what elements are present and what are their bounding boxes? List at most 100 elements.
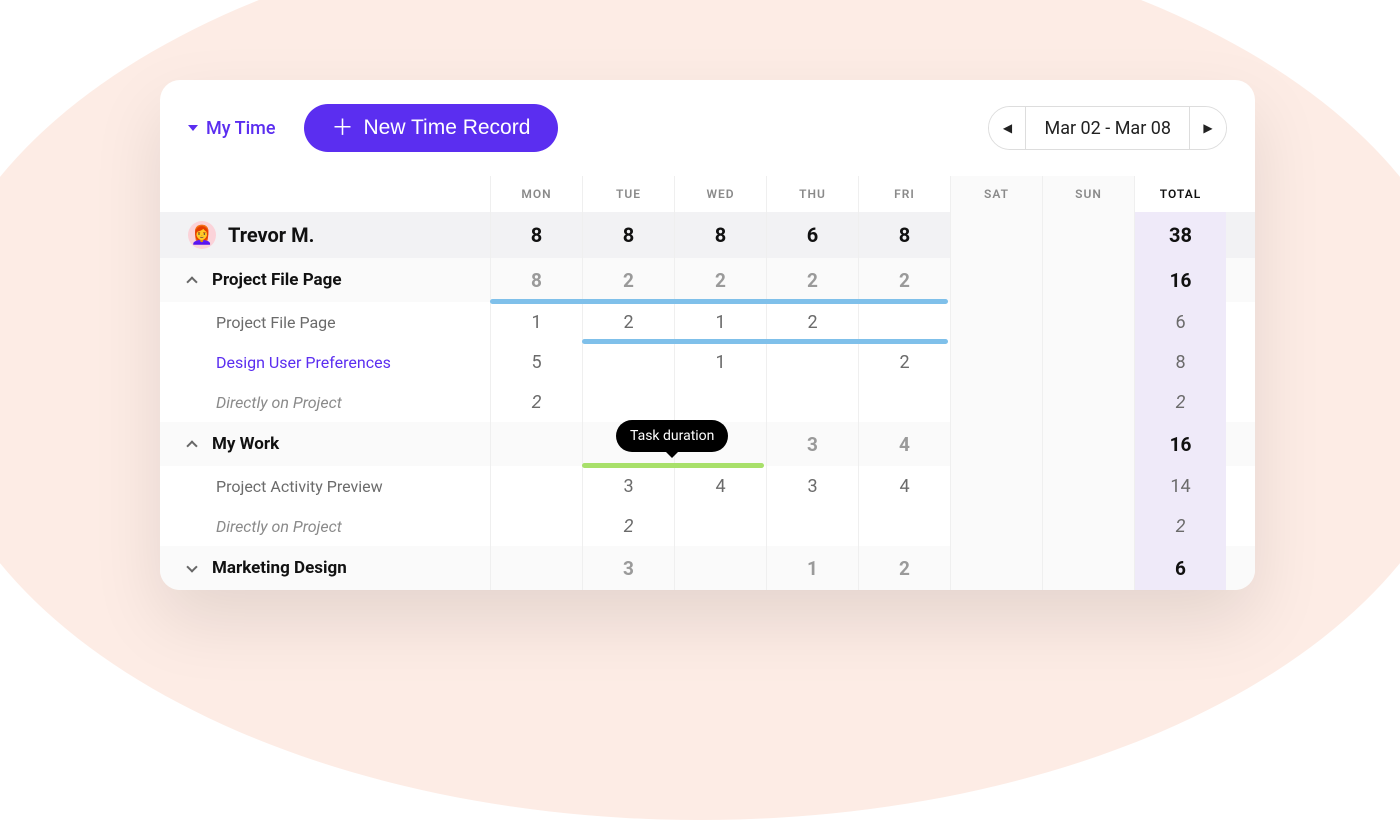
day-cell[interactable]: 8	[490, 258, 582, 302]
day-cell[interactable]	[490, 506, 582, 546]
day-cell[interactable]: 3	[766, 422, 858, 466]
day-cell[interactable]: 2	[490, 382, 582, 422]
duration-bar[interactable]	[582, 339, 948, 344]
day-cell[interactable]	[950, 546, 1042, 590]
day-cell[interactable]: 2	[766, 258, 858, 302]
group-name: Marketing Design	[212, 558, 347, 578]
total-cell[interactable]: 38	[1134, 212, 1226, 258]
duration-bar[interactable]	[582, 463, 764, 468]
day-cell[interactable]: 1	[674, 342, 766, 382]
day-cell[interactable]: 2	[582, 302, 674, 342]
day-cell[interactable]: 8	[858, 212, 950, 258]
day-cell[interactable]: 3	[766, 466, 858, 506]
day-cell[interactable]	[950, 302, 1042, 342]
day-cell[interactable]: 2	[858, 258, 950, 302]
day-cell[interactable]	[1042, 302, 1134, 342]
day-cell[interactable]: 2	[858, 342, 950, 382]
my-time-dropdown[interactable]: My Time	[188, 118, 276, 139]
day-cell[interactable]	[674, 506, 766, 546]
day-cell[interactable]	[582, 382, 674, 422]
day-cell[interactable]	[950, 506, 1042, 546]
date-prev-button[interactable]: ◀	[989, 107, 1025, 149]
column-header: SAT	[950, 176, 1042, 212]
duration-bar[interactable]	[490, 299, 948, 304]
chevron-up-icon	[186, 440, 197, 451]
day-cell[interactable]	[1042, 382, 1134, 422]
group-row: Project File Page8222216	[160, 258, 1255, 302]
header-left: My Time ＋ New Time Record	[188, 104, 558, 152]
total-cell[interactable]: 6	[1134, 302, 1226, 342]
group-toggle[interactable]: Marketing Design	[160, 546, 490, 590]
day-cell[interactable]: 8	[490, 212, 582, 258]
day-cell[interactable]	[950, 382, 1042, 422]
day-cell[interactable]	[766, 342, 858, 382]
day-cell[interactable]: 6	[766, 212, 858, 258]
column-header: SUN	[1042, 176, 1134, 212]
day-cell[interactable]: 1	[674, 302, 766, 342]
task-name: Project Activity Preview	[160, 466, 490, 506]
group-row: Marketing Design 3 12 6	[160, 546, 1255, 590]
person-name: Trevor M.	[228, 223, 314, 247]
day-cell[interactable]: 4	[674, 466, 766, 506]
column-header: WED	[674, 176, 766, 212]
day-cell[interactable]	[858, 506, 950, 546]
day-cell[interactable]	[1042, 212, 1134, 258]
day-cell[interactable]: 2	[674, 258, 766, 302]
timesheet-card: My Time ＋ New Time Record ◀ Mar 02 - Mar…	[160, 80, 1255, 590]
day-cell[interactable]	[766, 506, 858, 546]
total-cell[interactable]: 6	[1134, 546, 1226, 590]
day-cell[interactable]: 1	[490, 302, 582, 342]
total-cell[interactable]: 8	[1134, 342, 1226, 382]
day-cell[interactable]: 8	[674, 212, 766, 258]
day-cell[interactable]	[1042, 422, 1134, 466]
total-cell[interactable]: 16	[1134, 258, 1226, 302]
day-cell[interactable]	[1042, 466, 1134, 506]
day-cell[interactable]	[674, 546, 766, 590]
day-cell[interactable]: 2	[858, 546, 950, 590]
new-time-record-button[interactable]: ＋ New Time Record	[304, 104, 559, 152]
day-cell[interactable]	[858, 302, 950, 342]
day-cell[interactable]	[674, 382, 766, 422]
day-cell[interactable]: 3	[582, 546, 674, 590]
total-cell[interactable]: 2	[1134, 506, 1226, 546]
day-cell[interactable]: 2	[582, 506, 674, 546]
task-name[interactable]: Design User Preferences	[160, 342, 490, 382]
day-cell[interactable]: 2	[766, 302, 858, 342]
date-next-button[interactable]: ▶	[1190, 107, 1226, 149]
new-record-label: New Time Record	[364, 116, 531, 140]
caret-down-icon	[188, 125, 198, 131]
day-cell[interactable]: 5	[490, 342, 582, 382]
person-name-cell[interactable]: 👩‍🦰 Trevor M.	[160, 212, 490, 258]
total-cell[interactable]: 2	[1134, 382, 1226, 422]
day-cell[interactable]	[582, 342, 674, 382]
day-cell[interactable]	[1042, 342, 1134, 382]
avatar: 👩‍🦰	[188, 221, 216, 249]
day-cell[interactable]	[490, 466, 582, 506]
day-cell[interactable]	[1042, 546, 1134, 590]
day-cell[interactable]	[950, 422, 1042, 466]
day-cell[interactable]	[950, 258, 1042, 302]
group-row: My Work53416Task duration	[160, 422, 1255, 466]
day-cell[interactable]	[490, 546, 582, 590]
day-cell[interactable]: 8	[582, 212, 674, 258]
header-spacer	[160, 176, 490, 212]
group-toggle[interactable]: My Work	[160, 422, 490, 466]
day-cell[interactable]	[950, 466, 1042, 506]
day-cell[interactable]	[950, 212, 1042, 258]
day-cell[interactable]	[950, 342, 1042, 382]
total-cell[interactable]: 14	[1134, 466, 1226, 506]
task-row: Design User Preferences5 1 2 8	[160, 342, 1255, 382]
day-cell[interactable]: 3	[582, 466, 674, 506]
date-range-button[interactable]: Mar 02 - Mar 08	[1025, 107, 1190, 149]
day-cell[interactable]	[766, 382, 858, 422]
group-toggle[interactable]: Project File Page	[160, 258, 490, 302]
day-cell[interactable]	[1042, 258, 1134, 302]
day-cell[interactable]	[1042, 506, 1134, 546]
day-cell[interactable]	[858, 382, 950, 422]
day-cell[interactable]: 4	[858, 422, 950, 466]
day-cell[interactable]: 2	[582, 258, 674, 302]
day-cell[interactable]: 1	[766, 546, 858, 590]
day-cell[interactable]	[490, 422, 582, 466]
total-cell[interactable]: 16	[1134, 422, 1226, 466]
day-cell[interactable]: 4	[858, 466, 950, 506]
